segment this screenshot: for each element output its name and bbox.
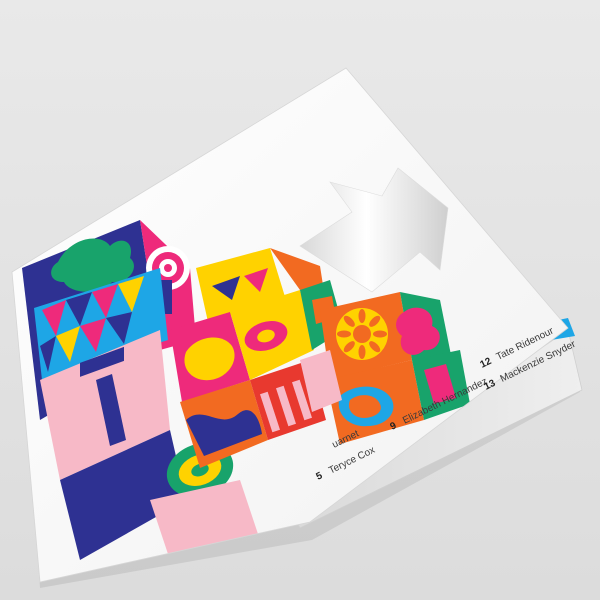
- brochure-mockup-scene: uarnet 5 Teryce Cox 9 Elizabeth Hernande…: [0, 0, 600, 600]
- art-sun-flower: [336, 308, 388, 360]
